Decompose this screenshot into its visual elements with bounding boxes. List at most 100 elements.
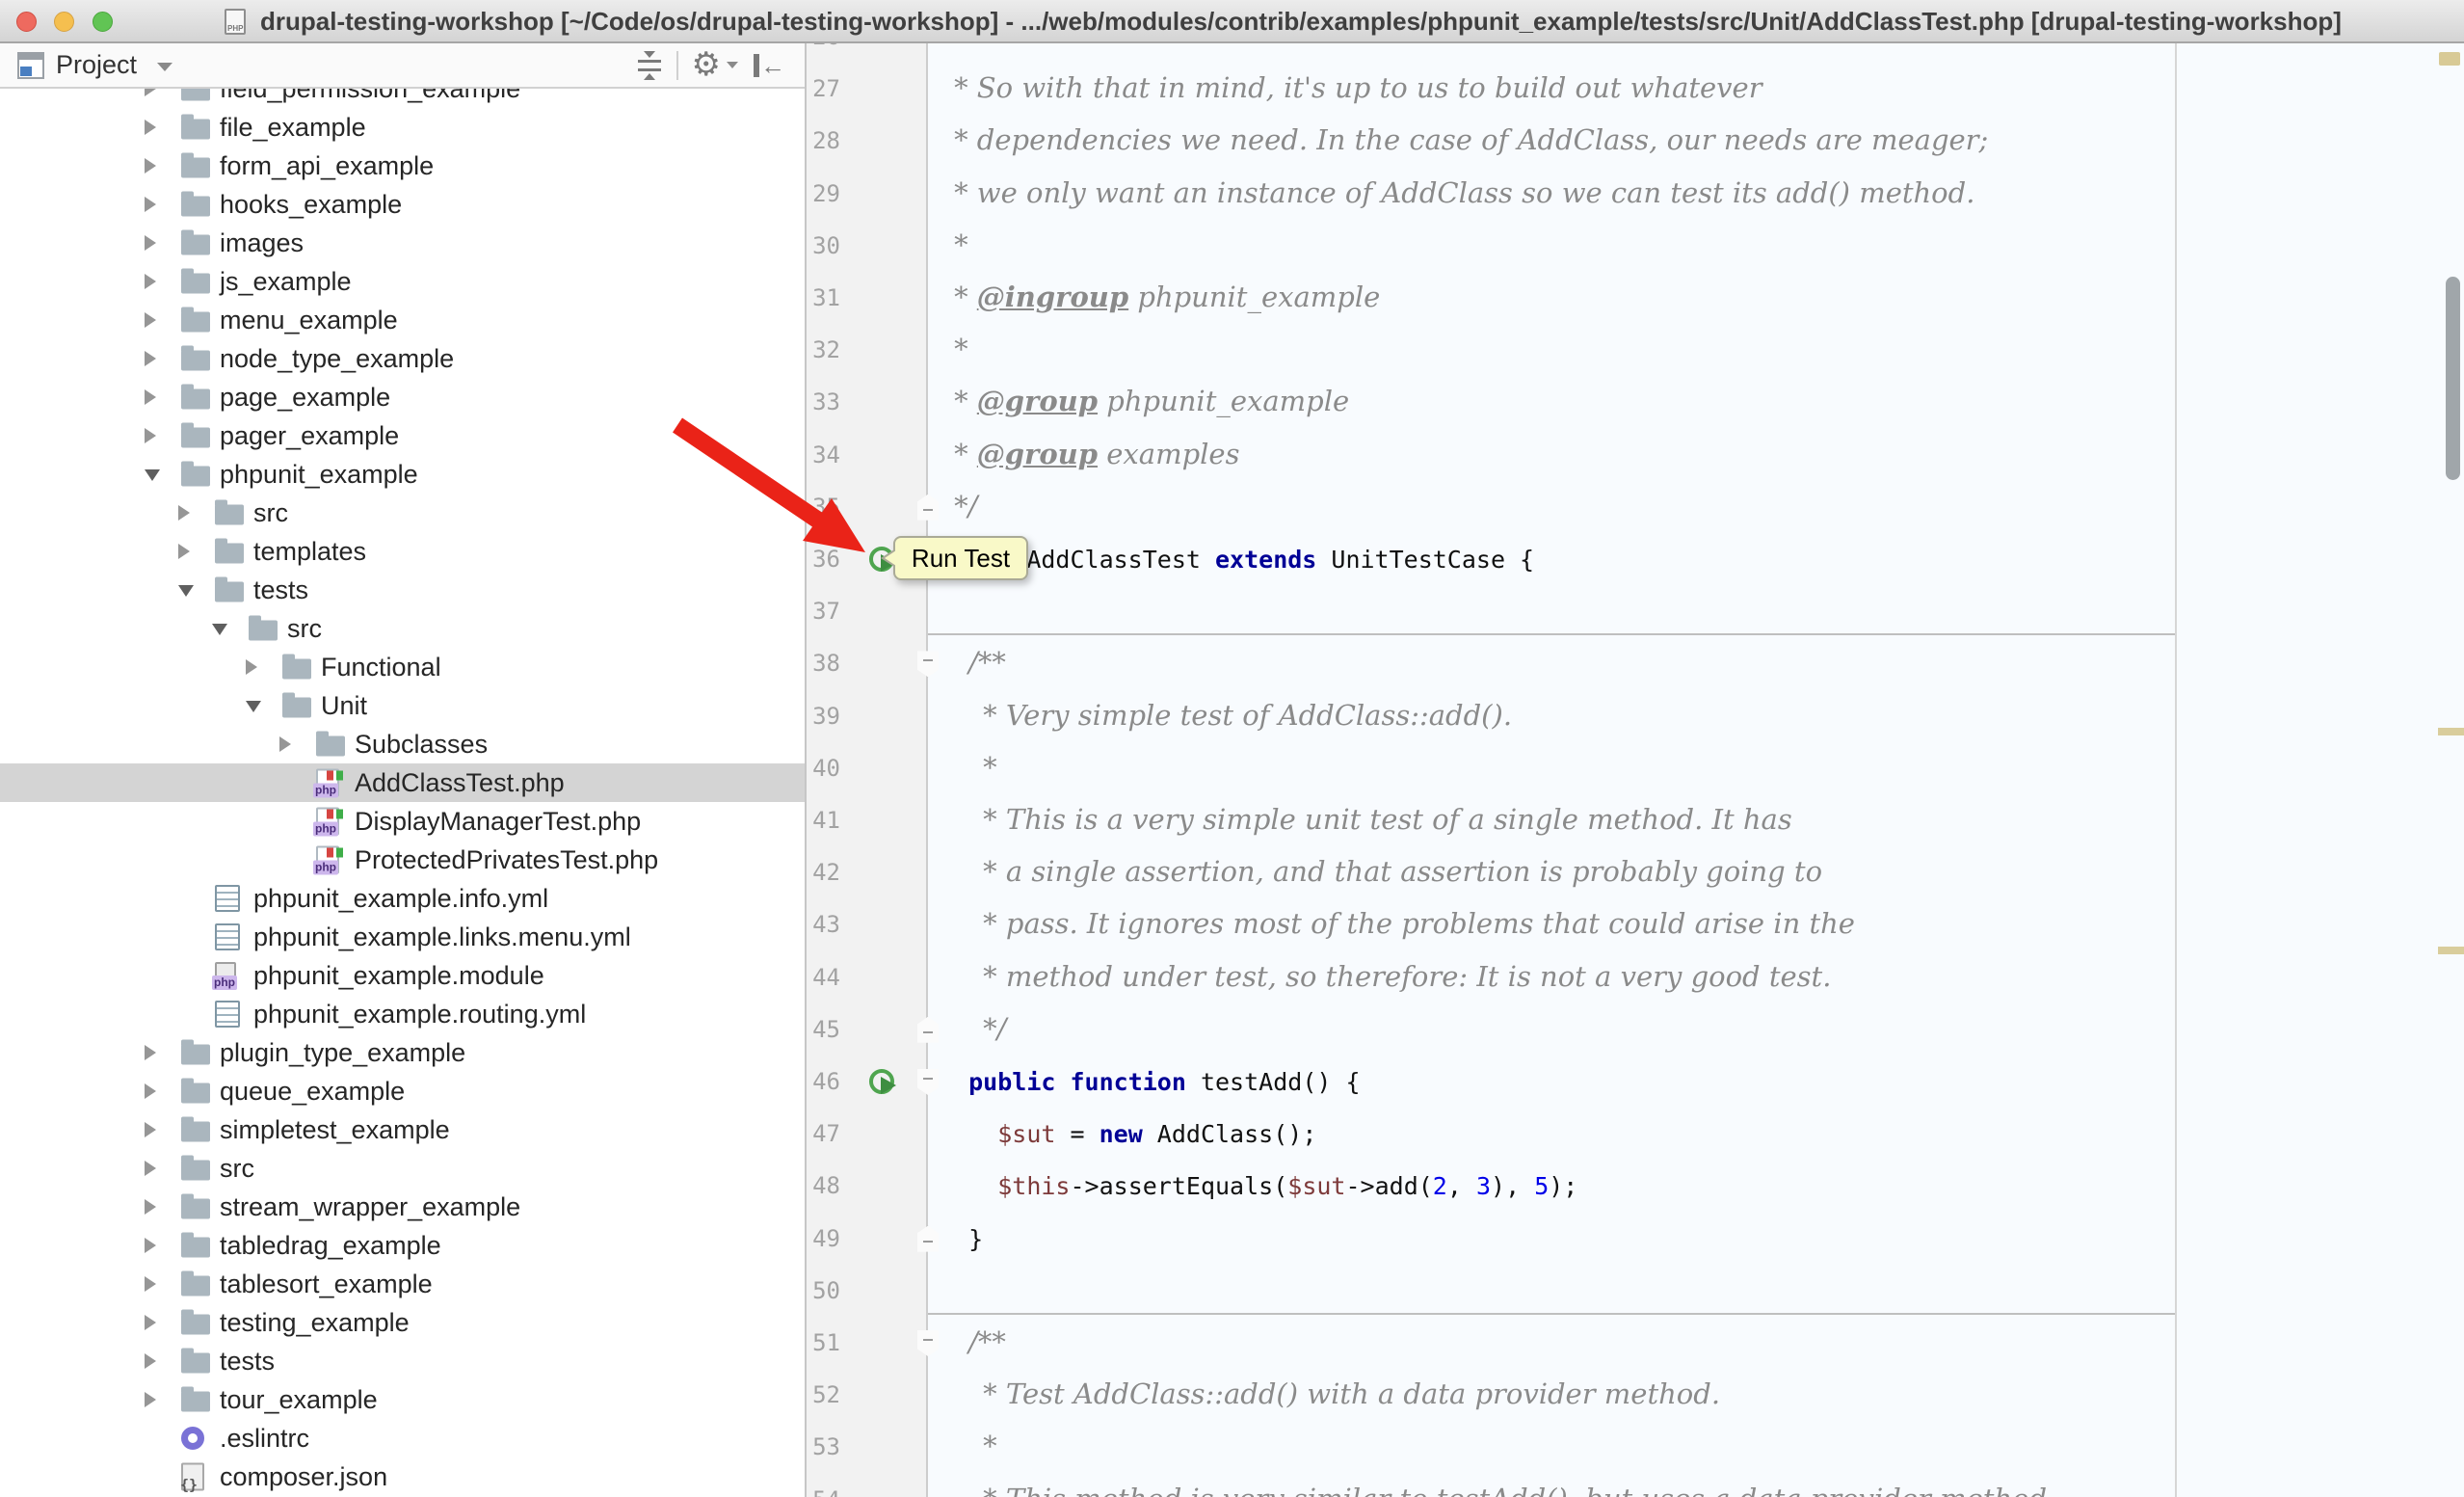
code-line-38[interactable]: 38 /** bbox=[807, 637, 2464, 690]
tree-item-Unit[interactable]: Unit bbox=[0, 686, 805, 725]
tree-item-pager_example[interactable]: pager_example bbox=[0, 416, 805, 455]
code-line-52[interactable]: 52 * Test AddClass::add() with a data pr… bbox=[807, 1369, 2464, 1422]
tree-item-page_example[interactable]: page_example bbox=[0, 378, 805, 416]
tree-item-phpunit_example.routing.yml[interactable]: phpunit_example.routing.yml bbox=[0, 995, 805, 1033]
code-line-37[interactable]: 37 bbox=[807, 585, 2464, 638]
chevron-right-icon[interactable] bbox=[145, 274, 156, 289]
tree-item-tests[interactable]: tests bbox=[0, 571, 805, 609]
code-line-49[interactable]: 49 } bbox=[807, 1213, 2464, 1266]
chevron-right-icon[interactable] bbox=[145, 1045, 156, 1060]
chevron-right-icon[interactable] bbox=[145, 1199, 156, 1215]
chevron-right-icon[interactable] bbox=[246, 659, 257, 675]
code-line-48[interactable]: 48 $this->assertEquals($sut->add(2, 3), … bbox=[807, 1160, 2464, 1213]
tree-item-testing_example[interactable]: testing_example bbox=[0, 1303, 805, 1342]
inspection-status-square[interactable] bbox=[2439, 52, 2460, 66]
code-line-54[interactable]: 54 * This method is very similar to test… bbox=[807, 1474, 2464, 1497]
tree-item-phpunit_example[interactable]: phpunit_example bbox=[0, 455, 805, 494]
tree-item-Functional[interactable]: Functional bbox=[0, 648, 805, 686]
tree-item-tests[interactable]: tests bbox=[0, 1342, 805, 1380]
code-line-45[interactable]: 45 */ bbox=[807, 1003, 2464, 1056]
code-line-42[interactable]: 42 * a single assertion, and that assert… bbox=[807, 846, 2464, 899]
tree-item-src[interactable]: src bbox=[0, 1149, 805, 1188]
code-line-26[interactable]: 26 bbox=[807, 43, 2464, 64]
tree-item-phpunit_example.module[interactable]: phpunit_example.module bbox=[0, 956, 805, 995]
tree-item-AddClassTest.php[interactable]: AddClassTest.php bbox=[0, 763, 805, 802]
zoom-window-button[interactable] bbox=[93, 12, 113, 32]
tree-item-.eslintrc[interactable]: .eslintrc bbox=[0, 1419, 805, 1457]
tree-item-queue_example[interactable]: queue_example bbox=[0, 1072, 805, 1110]
code-line-35[interactable]: 35 */ bbox=[807, 481, 2464, 534]
chevron-down-icon[interactable] bbox=[178, 585, 194, 597]
close-window-button[interactable] bbox=[16, 12, 37, 32]
tree-item-stream_wrapper_example[interactable]: stream_wrapper_example bbox=[0, 1188, 805, 1226]
chevron-right-icon[interactable] bbox=[145, 1353, 156, 1369]
tree-item-form_api_example[interactable]: form_api_example bbox=[0, 147, 805, 185]
minimize-window-button[interactable] bbox=[54, 12, 74, 32]
code-line-36[interactable]: 36class AddClassTest extends UnitTestCas… bbox=[807, 533, 2464, 586]
chevron-right-icon[interactable] bbox=[145, 351, 156, 366]
chevron-right-icon[interactable] bbox=[145, 158, 156, 174]
tree-item-tablesort_example[interactable]: tablesort_example bbox=[0, 1265, 805, 1303]
chevron-down-icon[interactable] bbox=[246, 701, 261, 712]
code-line-43[interactable]: 43 * pass. It ignores most of the proble… bbox=[807, 898, 2464, 951]
code-line-28[interactable]: 28 * dependencies we need. In the case o… bbox=[807, 115, 2464, 168]
tree-item-templates[interactable]: templates bbox=[0, 532, 805, 571]
chevron-right-icon[interactable] bbox=[145, 235, 156, 251]
chevron-right-icon[interactable] bbox=[145, 197, 156, 212]
code-line-34[interactable]: 34 * @group examples bbox=[807, 429, 2464, 482]
tree-item-images[interactable]: images bbox=[0, 224, 805, 262]
code-line-27[interactable]: 27 * So with that in mind, it's up to us… bbox=[807, 63, 2464, 116]
code-line-32[interactable]: 32 * bbox=[807, 324, 2464, 377]
run-test-tooltip[interactable]: Run Test bbox=[893, 536, 1028, 580]
code-line-47[interactable]: 47 $sut = new AddClass(); bbox=[807, 1108, 2464, 1161]
tree-item-ProtectedPrivatesTest.php[interactable]: ProtectedPrivatesTest.php bbox=[0, 841, 805, 879]
editor-scrollbar-thumb[interactable] bbox=[2446, 277, 2460, 480]
chevron-right-icon[interactable] bbox=[145, 1392, 156, 1407]
chevron-right-icon[interactable] bbox=[279, 736, 291, 752]
code-line-33[interactable]: 33 * @group phpunit_example bbox=[807, 376, 2464, 429]
code-line-46[interactable]: 46 public function testAdd() { bbox=[807, 1056, 2464, 1109]
collapse-all-icon[interactable] bbox=[636, 51, 663, 80]
tree-item-src[interactable]: src bbox=[0, 609, 805, 648]
chevron-right-icon[interactable] bbox=[145, 1238, 156, 1253]
code-line-30[interactable]: 30 * bbox=[807, 220, 2464, 273]
tree-item-phpunit_example.info.yml[interactable]: phpunit_example.info.yml bbox=[0, 879, 805, 918]
chevron-right-icon[interactable] bbox=[145, 1315, 156, 1330]
chevron-down-icon[interactable] bbox=[212, 624, 227, 635]
tree-item-file_example[interactable]: file_example bbox=[0, 108, 805, 147]
settings-gear-icon[interactable]: ⚙ bbox=[692, 50, 721, 79]
chevron-down-icon[interactable] bbox=[145, 469, 160, 481]
chevron-right-icon[interactable] bbox=[145, 312, 156, 328]
tree-item-hooks_example[interactable]: hooks_example bbox=[0, 185, 805, 224]
tree-item-DisplayManagerTest.php[interactable]: DisplayManagerTest.php bbox=[0, 802, 805, 841]
tree-item-tour_example[interactable]: tour_example bbox=[0, 1380, 805, 1419]
chevron-right-icon[interactable] bbox=[145, 428, 156, 443]
tree-item-tabledrag_example[interactable]: tabledrag_example bbox=[0, 1226, 805, 1265]
chevron-down-icon[interactable] bbox=[727, 62, 738, 68]
tree-item-menu_example[interactable]: menu_example bbox=[0, 301, 805, 339]
error-stripe-mark[interactable] bbox=[2438, 728, 2464, 735]
code-line-40[interactable]: 40 * bbox=[807, 742, 2464, 795]
tree-item-src[interactable]: src bbox=[0, 494, 805, 532]
chevron-right-icon[interactable] bbox=[145, 1083, 156, 1099]
tree-item-simpletest_example[interactable]: simpletest_example bbox=[0, 1110, 805, 1149]
code-line-39[interactable]: 39 * Very simple test of AddClass::add()… bbox=[807, 690, 2464, 743]
code-line-50[interactable]: 50 bbox=[807, 1265, 2464, 1318]
chevron-right-icon[interactable] bbox=[145, 389, 156, 405]
tree-item-composer.json[interactable]: composer.json bbox=[0, 1457, 805, 1496]
tree-item-plugin_type_example[interactable]: plugin_type_example bbox=[0, 1033, 805, 1072]
tree-item-phpunit_example.links.menu.yml[interactable]: phpunit_example.links.menu.yml bbox=[0, 918, 805, 956]
project-view-selector[interactable]: Project bbox=[56, 43, 137, 87]
code-line-31[interactable]: 31 * @ingroup phpunit_example bbox=[807, 272, 2464, 325]
tree-item-node_type_example[interactable]: node_type_example bbox=[0, 339, 805, 378]
chevron-right-icon[interactable] bbox=[145, 120, 156, 135]
code-editor[interactable]: 2627 * So with that in mind, it's up to … bbox=[807, 43, 2464, 1497]
chevron-right-icon[interactable] bbox=[145, 1276, 156, 1292]
code-line-53[interactable]: 53 * bbox=[807, 1421, 2464, 1474]
error-stripe-mark[interactable] bbox=[2438, 947, 2464, 954]
chevron-down-icon[interactable] bbox=[157, 63, 172, 71]
chevron-right-icon[interactable] bbox=[145, 1161, 156, 1176]
code-line-44[interactable]: 44 * method under test, so therefore: It… bbox=[807, 951, 2464, 1004]
code-line-51[interactable]: 51 /** bbox=[807, 1317, 2464, 1370]
hide-panel-icon[interactable] bbox=[752, 51, 781, 80]
